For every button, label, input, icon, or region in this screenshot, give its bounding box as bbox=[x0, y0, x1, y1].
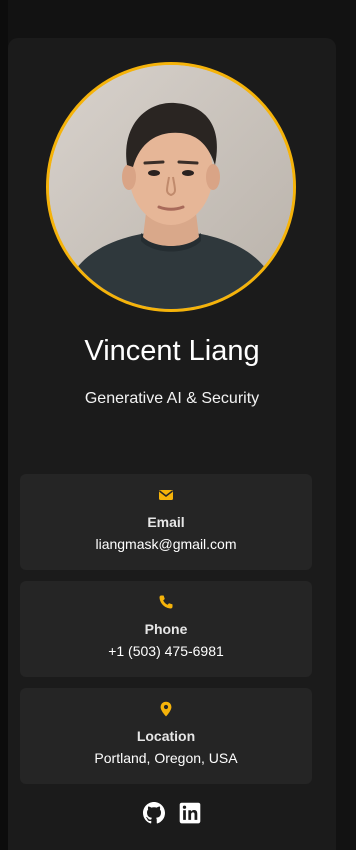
social-links bbox=[8, 802, 336, 824]
location-pin-icon bbox=[160, 701, 172, 717]
profile-name: Vincent Liang bbox=[84, 335, 260, 367]
github-link[interactable] bbox=[142, 802, 165, 824]
contact-phone-value[interactable]: +1 (503) 475-6981 bbox=[20, 642, 312, 660]
profile-card: Vincent Liang Generative AI & Security E… bbox=[8, 38, 336, 850]
phone-icon bbox=[159, 595, 173, 609]
github-icon bbox=[142, 802, 165, 824]
linkedin-link[interactable] bbox=[179, 802, 201, 824]
contact-email-value[interactable]: liangmask@gmail.com bbox=[20, 535, 312, 553]
linkedin-icon bbox=[179, 802, 201, 824]
contact-email: Email liangmask@gmail.com bbox=[20, 474, 312, 570]
contact-email-label: Email bbox=[147, 514, 185, 530]
profile-photo bbox=[49, 65, 293, 309]
left-edge bbox=[0, 0, 8, 850]
contact-location-value: Portland, Oregon, USA bbox=[94, 750, 238, 766]
contact-location: Location Portland, Oregon, USA bbox=[20, 688, 312, 784]
contact-location-label: Location bbox=[136, 728, 196, 744]
profile-subtitle: Generative AI & Security bbox=[84, 390, 260, 407]
contact-phone-label: Phone bbox=[144, 621, 188, 637]
page: Vincent Liang Generative AI & Security E… bbox=[0, 0, 356, 850]
contact-phone: Phone +1 (503) 475-6981 bbox=[20, 581, 312, 677]
envelope-icon bbox=[159, 490, 173, 500]
avatar bbox=[46, 62, 296, 312]
